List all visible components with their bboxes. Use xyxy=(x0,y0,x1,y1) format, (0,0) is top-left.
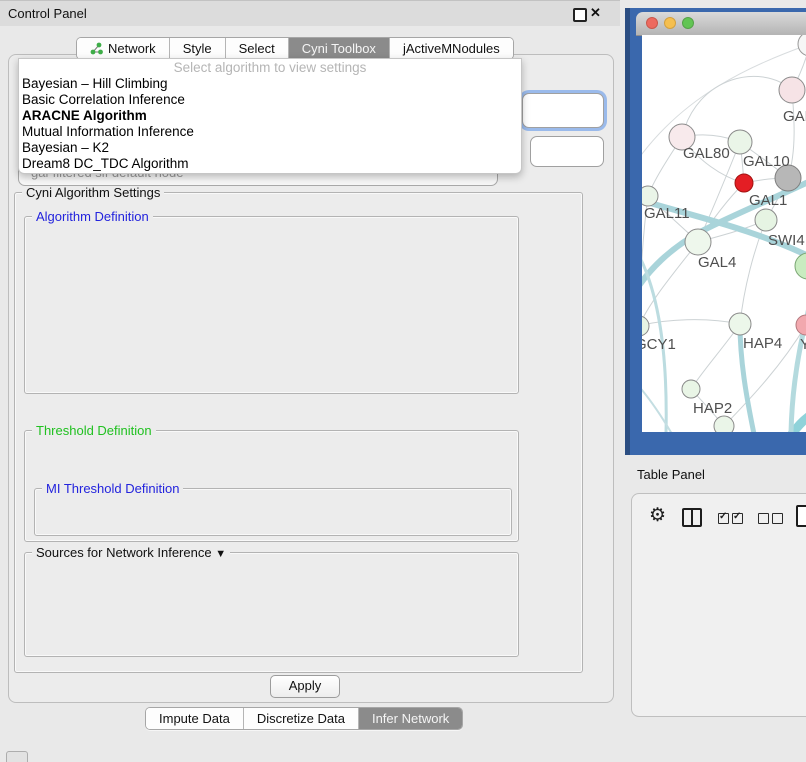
table-panel-title: Table Panel xyxy=(637,467,705,482)
node-label: GAL xyxy=(783,108,806,125)
unchecked-rows-icon[interactable] xyxy=(758,511,786,529)
network-edge xyxy=(642,320,740,326)
tab-label: Select xyxy=(239,41,275,56)
control-panel-titlebar: Control Panel ✕ xyxy=(0,0,620,26)
tab-select[interactable]: Select xyxy=(226,38,289,59)
zoom-traffic-icon[interactable] xyxy=(682,17,694,29)
apply-button[interactable]: Apply xyxy=(270,675,340,698)
network-window: GAL GAL80 GAL10 GAL1 GAL11 SWI4 GAL4 GCY1 HAP4 Y H… xyxy=(625,8,806,455)
node-label: Y xyxy=(800,336,806,353)
tab-cyni-toolbox[interactable]: Cyni Toolbox xyxy=(289,38,390,59)
network-edge xyxy=(691,324,740,389)
sources-title-text: Sources for Network Inference xyxy=(36,545,212,560)
network-node[interactable] xyxy=(735,174,753,192)
algorithm-option[interactable]: Mutual Information Inference xyxy=(19,124,521,140)
node-label: GAL4 xyxy=(698,254,736,271)
tab-label: Network xyxy=(108,41,156,56)
node-label: GAL1 xyxy=(749,192,787,209)
network-node[interactable] xyxy=(779,77,805,103)
gear-icon[interactable]: ⚙ xyxy=(649,504,666,527)
control-panel-title: Control Panel xyxy=(8,6,87,21)
close-icon[interactable]: ✕ xyxy=(590,5,601,21)
network-canvas[interactable]: GAL GAL80 GAL10 GAL1 GAL11 SWI4 GAL4 GCY1 HAP4 Y H… xyxy=(642,35,806,432)
network-node[interactable] xyxy=(729,313,751,335)
tab-style[interactable]: Style xyxy=(170,38,226,59)
network-node[interactable] xyxy=(798,35,806,56)
focused-combo-partial[interactable] xyxy=(522,93,604,128)
network-node[interactable] xyxy=(728,130,752,154)
columns-icon[interactable] xyxy=(682,508,702,527)
screen: Control Panel ✕ Network Style Select Cyni T… xyxy=(0,0,806,762)
mi-threshold-group: MI Threshold Definition xyxy=(34,488,512,536)
algorithm-placeholder: Select algorithm to view settings xyxy=(19,59,521,76)
node-label: GAL11 xyxy=(644,205,690,222)
algorithm-option[interactable]: Dream8 DC_TDC Algorithm xyxy=(19,156,521,172)
network-node[interactable] xyxy=(642,186,658,206)
node-label: SWI4 xyxy=(768,232,805,249)
algorithm-option[interactable]: Basic Correlation Inference xyxy=(19,92,521,108)
checked-rows-icon[interactable] xyxy=(718,511,746,529)
control-panel-tabbar: Network Style Select Cyni Toolbox jActiveMNo… xyxy=(76,37,514,60)
mi-threshold-title: MI Threshold Definition xyxy=(42,481,183,496)
network-node[interactable] xyxy=(642,316,649,336)
bottom-tab-label: Impute Data xyxy=(159,711,230,726)
network-node[interactable] xyxy=(795,253,806,279)
network-node[interactable] xyxy=(796,315,806,335)
tab-label: jActiveMNodules xyxy=(403,41,500,56)
float-window-icon[interactable] xyxy=(573,8,587,22)
node-label: GCY1 xyxy=(642,336,676,353)
algorithm-option[interactable]: Bayesian – K2 xyxy=(19,140,521,156)
network-node[interactable] xyxy=(755,209,777,231)
tab-label: Style xyxy=(183,41,212,56)
combo-partial[interactable] xyxy=(530,136,604,167)
network-node[interactable] xyxy=(682,380,700,398)
collapse-down-icon[interactable]: ▼ xyxy=(215,548,226,560)
sources-title: Sources for Network Inference ▼ xyxy=(32,545,230,560)
network-node[interactable] xyxy=(714,416,734,432)
network-icon xyxy=(90,42,103,55)
threshold-definition-title: Threshold Definition xyxy=(32,423,156,438)
tab-network[interactable]: Network xyxy=(77,38,170,59)
bottom-tab-impute-data[interactable]: Impute Data xyxy=(146,708,244,729)
node-label: GAL80 xyxy=(683,145,730,162)
network-window-titlebar[interactable] xyxy=(636,12,806,36)
cyni-settings-title: Cyni Algorithm Settings xyxy=(22,185,164,200)
bottom-tab-discretize-data[interactable]: Discretize Data xyxy=(244,708,359,729)
minimize-traffic-icon[interactable] xyxy=(664,17,676,29)
tab-label: Cyni Toolbox xyxy=(302,41,376,56)
collapsed-panel-button[interactable] xyxy=(6,751,28,762)
algorithm-option[interactable]: ARACNE Algorithm xyxy=(19,108,521,124)
algorithm-option[interactable]: Bayesian – Hill Climbing xyxy=(19,76,521,92)
algorithm-definition-title: Algorithm Definition xyxy=(32,209,153,224)
algorithm-dropdown-popup: Select algorithm to view settings Bayesi… xyxy=(18,58,522,174)
node-label: HAP4 xyxy=(743,335,782,352)
bottom-tab-label: Discretize Data xyxy=(257,711,345,726)
network-edge xyxy=(682,76,792,137)
bottom-tab-infer-network[interactable]: Infer Network xyxy=(359,708,462,729)
sources-group: Sources for Network Inference ▼ xyxy=(24,552,519,657)
close-traffic-icon[interactable] xyxy=(646,17,658,29)
node-label: GAL10 xyxy=(743,153,790,170)
tab-jactivemnodules[interactable]: jActiveMNodules xyxy=(390,38,513,59)
document-icon[interactable] xyxy=(796,505,806,527)
bottom-tabbar: Impute Data Discretize Data Infer Network xyxy=(145,707,463,730)
algorithm-definition-group: Algorithm Definition xyxy=(24,216,519,394)
table-panel-card: ⚙ xyxy=(631,493,806,717)
network-node[interactable] xyxy=(685,229,711,255)
node-label: HAP2 xyxy=(693,400,732,417)
bottom-tab-label: Infer Network xyxy=(372,711,449,726)
